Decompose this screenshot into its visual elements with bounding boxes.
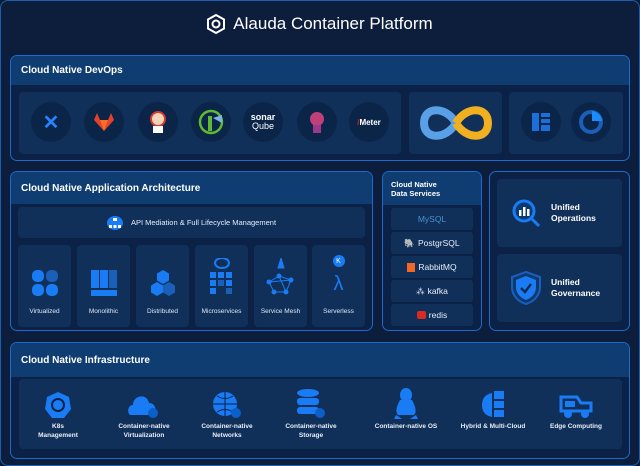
- devops-panel: Cloud Native DevOps ✕ sonar Qube / Meter: [10, 55, 630, 161]
- redis-icon: [416, 311, 426, 319]
- distributed-icon: [150, 270, 175, 296]
- database-icon: [297, 389, 325, 418]
- infra-edge-computing[interactable]: Edge Computing: [531, 387, 621, 432]
- alauda-logo-icon: [207, 14, 226, 34]
- shield-check-icon: [511, 271, 541, 305]
- kafka-icon: ⁂: [416, 285, 425, 296]
- linux-penguin-icon: [394, 388, 418, 419]
- data-item-rabbitmq[interactable]: RabbitMQ: [391, 256, 473, 278]
- card-monolithic[interactable]: Monolithic: [77, 245, 130, 327]
- devops-infinity-icon[interactable]: [416, 98, 496, 148]
- globe-network-icon: [213, 392, 241, 418]
- infra-virtualization[interactable]: Container-native Virtualization: [99, 387, 189, 441]
- data-services-title: Cloud Native Data Services: [383, 172, 481, 205]
- infra-hybrid-cloud[interactable]: Hybrid & Multi-Cloud: [448, 387, 538, 432]
- gitlab-icon[interactable]: [84, 102, 124, 142]
- data-item-kafka[interactable]: ⁂ kafka: [391, 280, 473, 302]
- data-item-redis[interactable]: redis: [391, 304, 473, 326]
- devops-loop-tile: [409, 92, 502, 154]
- card-virtualized[interactable]: Virtualized: [18, 245, 71, 327]
- data-item-postgresql[interactable]: 🐘 PostgrSQL: [391, 232, 473, 254]
- service-mesh-icon: [266, 258, 293, 295]
- card-service-mesh[interactable]: Service Mesh: [254, 245, 307, 327]
- cloud-server-icon: [128, 396, 158, 418]
- kubeflow-icon[interactable]: [297, 102, 337, 142]
- harbor-icon[interactable]: [191, 102, 231, 142]
- devops-tools-tile: ✕ sonar Qube / Meter: [19, 92, 401, 154]
- sonarqube-icon[interactable]: sonar Qube: [243, 102, 283, 142]
- hybrid-cloud-icon: [482, 391, 504, 417]
- app-architecture-title: Cloud Native Application Architecture: [11, 172, 372, 204]
- jenkins-icon[interactable]: [138, 102, 178, 142]
- magnifier-chart-icon: [512, 199, 541, 228]
- unified-governance[interactable]: Unified Governance: [497, 254, 622, 322]
- api-hierarchy-icon: [106, 215, 123, 230]
- virtualized-icon: [31, 270, 58, 296]
- card-microservices[interactable]: Microservices: [195, 245, 248, 327]
- edge-vehicle-icon: [559, 395, 593, 418]
- unified-panel: Unified Operations Unified Governance: [489, 171, 630, 331]
- jmeter-icon[interactable]: / Meter: [349, 102, 389, 142]
- infrastructure-panel: Cloud Native Infrastructure K8s Managemen…: [10, 342, 630, 459]
- page-title: Alauda Container Platform: [0, 14, 640, 34]
- data-services-panel: Cloud Native Data Services MySQL 🐘 PostgrS…: [382, 171, 482, 331]
- microservices-icon: [209, 258, 232, 294]
- serverless-icon: Kλ: [332, 255, 345, 296]
- devops-dash-tile: [509, 92, 623, 154]
- title-text: Alauda Container Platform: [233, 14, 433, 33]
- infra-os[interactable]: Container-native OS: [361, 387, 451, 432]
- infra-networks[interactable]: Container-native Networks: [182, 387, 272, 441]
- api-mediation-label: API Mediation & Full Lifecycle Managemen…: [130, 218, 277, 227]
- pie-chart-icon[interactable]: [571, 102, 611, 142]
- card-serverless[interactable]: Kλ Serverless: [312, 245, 365, 327]
- infra-k8s[interactable]: K8s Management: [13, 387, 103, 441]
- infrastructure-title: Cloud Native Infrastructure: [11, 343, 629, 377]
- unified-operations[interactable]: Unified Operations: [497, 179, 622, 247]
- data-item-mysql[interactable]: MySQL: [391, 208, 473, 230]
- grid-dashboard-icon[interactable]: [521, 102, 561, 142]
- card-distributed[interactable]: Distributed: [136, 245, 189, 327]
- kubernetes-icon: [45, 392, 71, 418]
- api-mediation-bar[interactable]: API Mediation & Full Lifecycle Managemen…: [18, 207, 365, 238]
- jira-icon[interactable]: ✕: [31, 102, 71, 142]
- devops-title: Cloud Native DevOps: [11, 56, 629, 85]
- infra-storage[interactable]: Container-native Storage: [266, 387, 356, 441]
- monolithic-icon: [90, 270, 117, 296]
- postgresql-icon: 🐘: [404, 237, 415, 248]
- rabbitmq-icon: [407, 262, 416, 272]
